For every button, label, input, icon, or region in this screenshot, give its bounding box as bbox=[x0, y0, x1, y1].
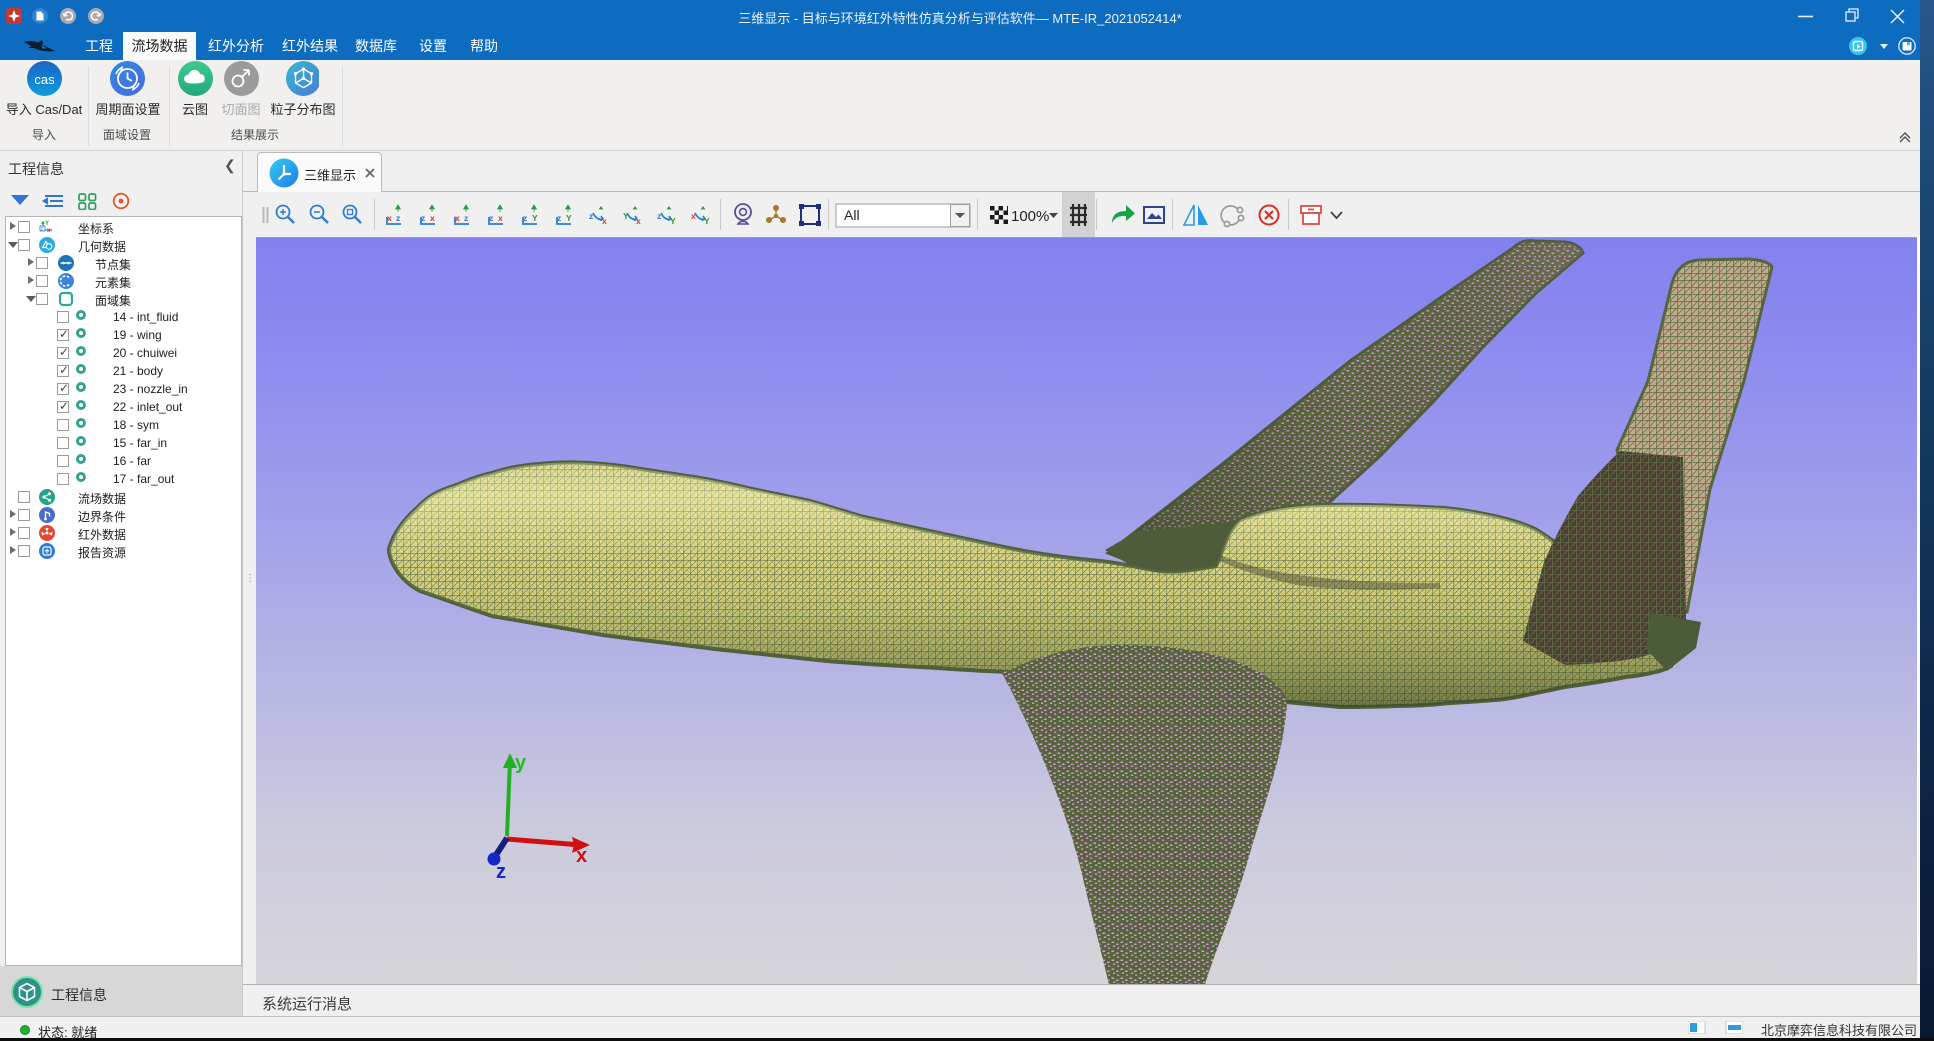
svg-text:x: x bbox=[47, 228, 51, 234]
svg-text:Y: Y bbox=[566, 213, 572, 223]
svg-text:z: z bbox=[657, 211, 661, 221]
svg-text:100%: 100% bbox=[1011, 208, 1049, 225]
svg-text:z: z bbox=[496, 861, 506, 883]
svg-text:x: x bbox=[498, 213, 503, 223]
svg-text:y: y bbox=[515, 752, 527, 774]
svg-text:x: x bbox=[636, 216, 641, 226]
svg-text:z: z bbox=[464, 213, 468, 223]
svg-text:Y: Y bbox=[623, 211, 629, 221]
svg-text:All: All bbox=[844, 207, 860, 223]
svg-text:Y: Y bbox=[45, 221, 49, 227]
svg-text:x: x bbox=[387, 213, 392, 223]
svg-text:x: x bbox=[691, 211, 696, 221]
svg-text:z: z bbox=[589, 211, 593, 221]
svg-text:x: x bbox=[430, 213, 435, 223]
svg-text:z: z bbox=[421, 213, 425, 223]
svg-text:z: z bbox=[523, 213, 527, 223]
svg-text:Y: Y bbox=[704, 216, 710, 226]
svg-text:z: z bbox=[396, 213, 400, 223]
svg-text:z: z bbox=[489, 213, 493, 223]
svg-text:Y: Y bbox=[532, 213, 538, 223]
svg-text:x: x bbox=[576, 845, 587, 867]
svg-text:Y: Y bbox=[670, 216, 676, 226]
svg-text:x: x bbox=[602, 216, 607, 226]
svg-text:z: z bbox=[557, 213, 561, 223]
svg-text:x: x bbox=[455, 213, 460, 223]
svg-text:cas: cas bbox=[34, 72, 55, 87]
